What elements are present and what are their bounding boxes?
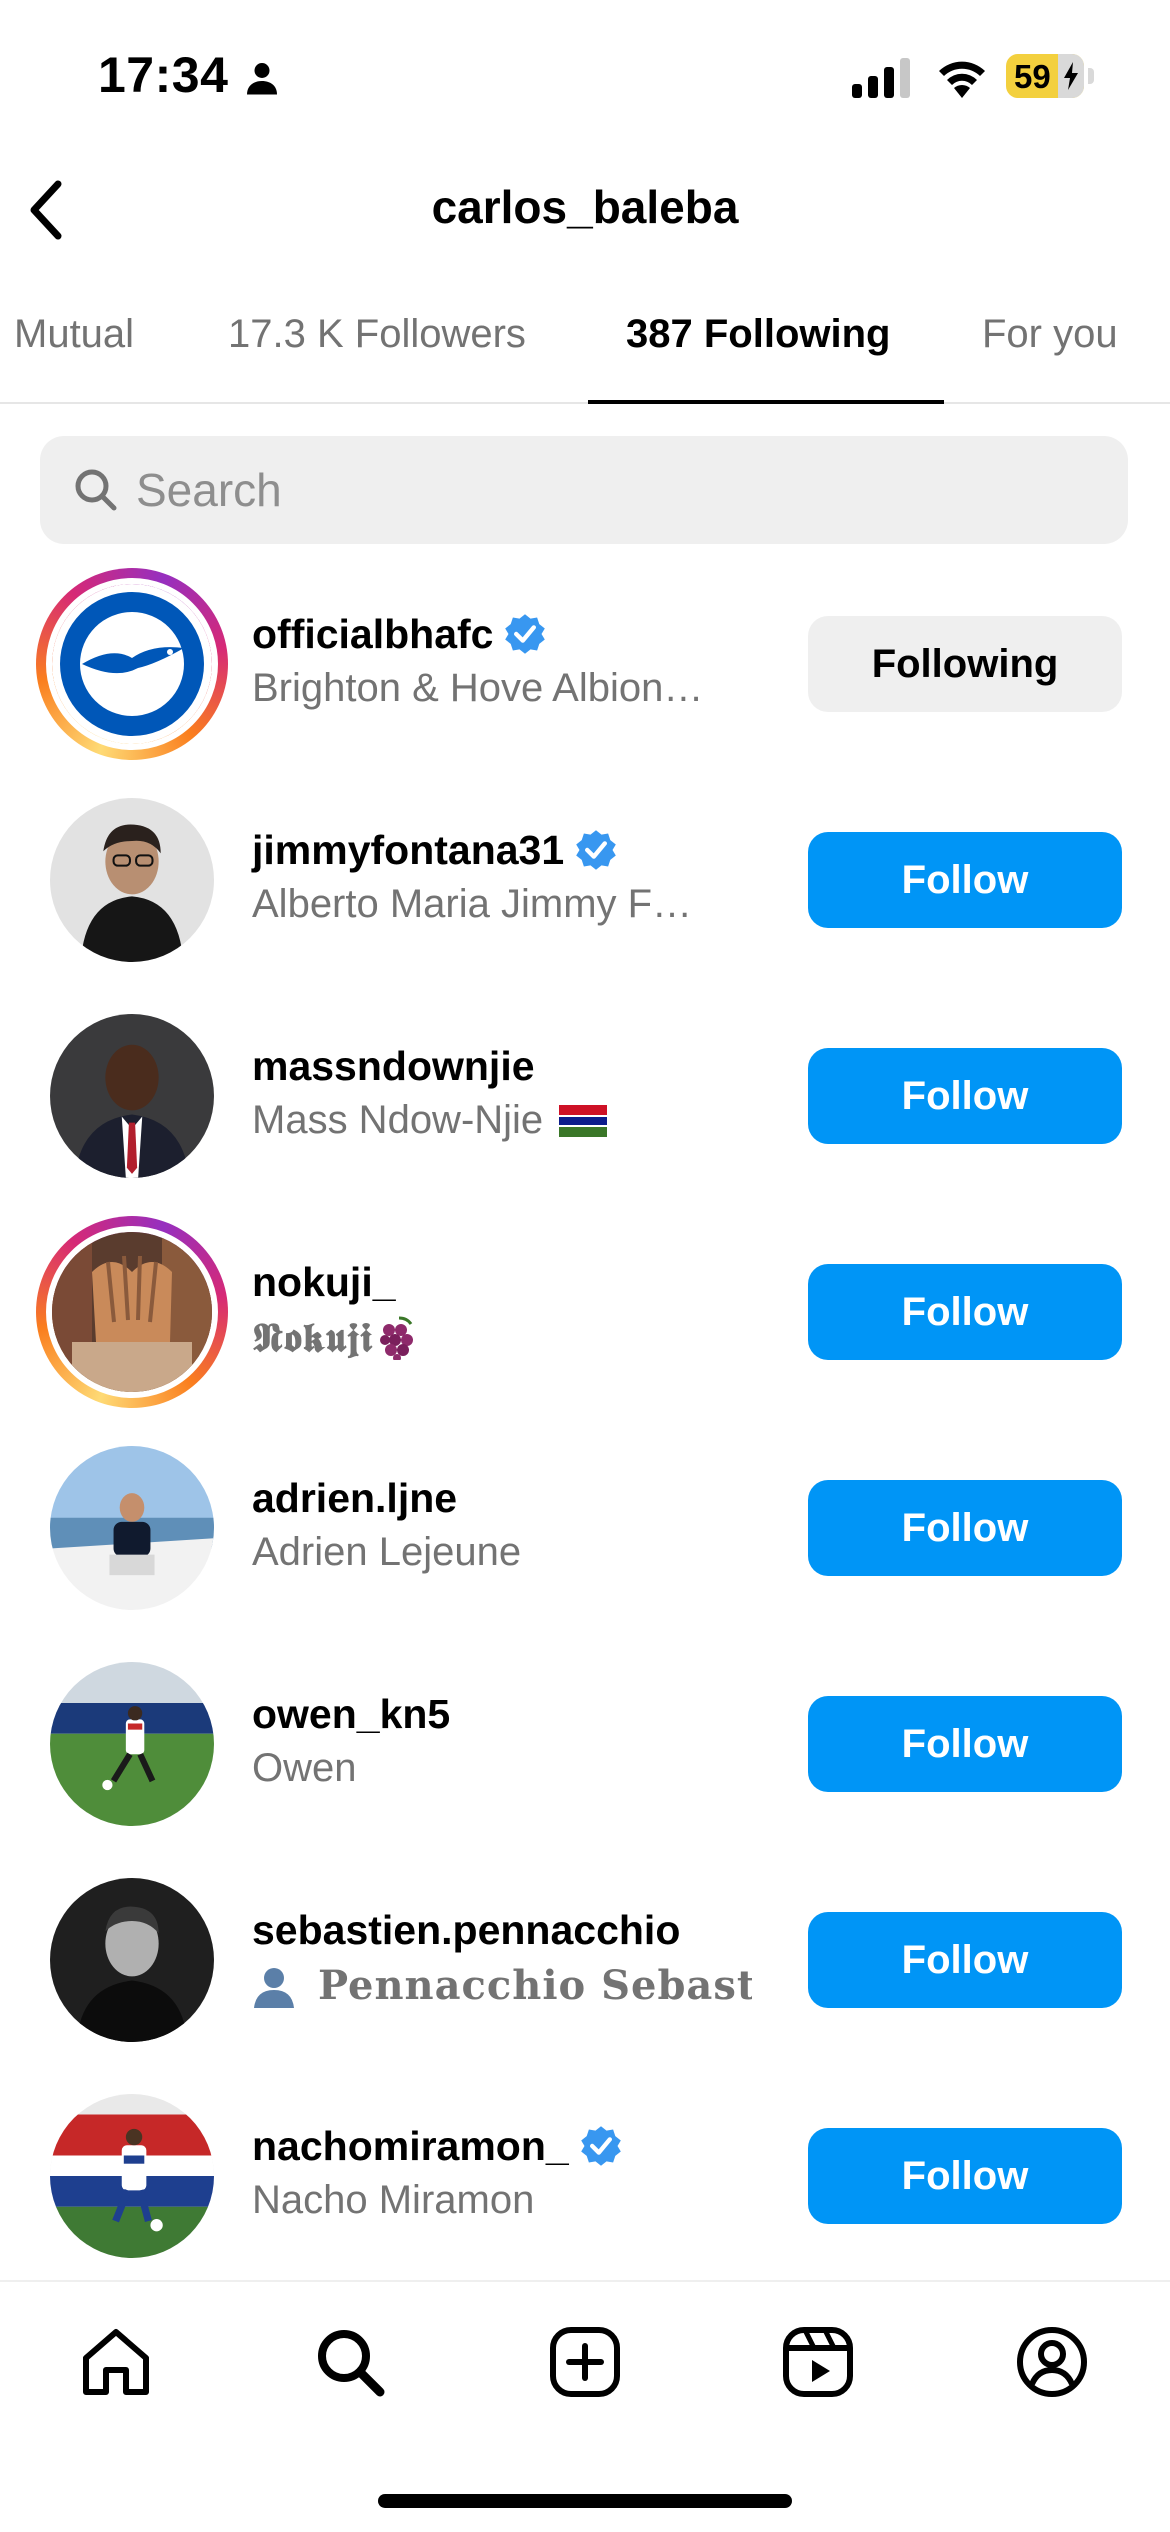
story-ring[interactable] bbox=[36, 568, 228, 760]
avatar bbox=[46, 578, 218, 750]
header: carlos_baleba bbox=[0, 150, 1170, 270]
verified-badge-icon bbox=[576, 830, 616, 870]
list-item[interactable]: jimmyfontana31 Alberto Maria Jimmy F… Fo… bbox=[0, 770, 1170, 986]
bottom-nav bbox=[0, 2280, 1170, 2532]
list-item[interactable]: owen_kn5 Owen Follow bbox=[0, 1634, 1170, 1850]
list-item[interactable]: sebastien.pennacchio Pennacchio Sebasti…… bbox=[0, 1850, 1170, 2066]
username[interactable]: nachomiramon_ bbox=[252, 2123, 569, 2170]
list-item[interactable]: nokuji_ 𝕹𝖔𝖐𝖚𝖏𝖎 Follow bbox=[0, 1202, 1170, 1418]
tab-following[interactable]: 387 Following bbox=[626, 312, 890, 357]
wifi-icon bbox=[939, 61, 985, 98]
verified-badge-icon bbox=[580, 2126, 621, 2166]
username[interactable]: massndownjie bbox=[252, 1043, 535, 1090]
battery-icon: 59 bbox=[1006, 54, 1084, 98]
follow-button[interactable]: Follow bbox=[808, 1048, 1122, 1144]
battery-cap bbox=[1088, 68, 1094, 84]
following-button[interactable]: Following bbox=[808, 616, 1122, 712]
bust-silhouette-icon bbox=[254, 1967, 294, 2008]
cellular-signal-icon bbox=[852, 58, 910, 98]
status-time: 17:34 bbox=[98, 47, 229, 103]
list-item[interactable]: adrien.ljne Adrien Lejeune Follow bbox=[0, 1418, 1170, 1634]
avatar bbox=[46, 1226, 218, 1398]
avatar[interactable] bbox=[50, 1446, 214, 1610]
full-name: Brighton & Hove Albion… bbox=[252, 666, 704, 710]
username[interactable]: owen_kn5 bbox=[252, 1691, 450, 1738]
tab-mutual[interactable]: Mutual bbox=[14, 312, 134, 357]
follow-button[interactable]: Follow bbox=[808, 1912, 1122, 2008]
full-name: Owen bbox=[252, 1746, 357, 1790]
person-icon bbox=[247, 63, 277, 95]
grapes-emoji-icon bbox=[380, 1316, 414, 1360]
avatar[interactable] bbox=[50, 2094, 214, 2258]
username[interactable]: nokuji_ bbox=[252, 1259, 396, 1306]
gambia-flag-icon bbox=[559, 1104, 608, 1137]
full-name: Adrien Lejeune bbox=[252, 1530, 522, 1574]
search-bar[interactable] bbox=[40, 436, 1128, 544]
list-item[interactable]: massndownjie Mass Ndow-Njie Follow bbox=[0, 986, 1170, 1202]
search-icon[interactable] bbox=[310, 2322, 390, 2402]
follow-button[interactable]: Follow bbox=[808, 1480, 1122, 1576]
tab-bar: Mutual 17.3 K Followers 387 Following Fo… bbox=[0, 290, 1170, 404]
verified-badge-icon bbox=[505, 614, 546, 654]
home-icon[interactable] bbox=[76, 2322, 156, 2402]
avatar[interactable] bbox=[50, 1014, 214, 1178]
search-icon bbox=[75, 469, 117, 511]
follow-button[interactable]: Follow bbox=[808, 832, 1122, 928]
list-item[interactable]: officialbhafc Brighton & Hove Albion… Fo… bbox=[0, 554, 1170, 770]
follow-button[interactable]: Follow bbox=[808, 1696, 1122, 1792]
charging-bolt-icon bbox=[1064, 62, 1078, 90]
create-icon[interactable] bbox=[545, 2322, 625, 2402]
reels-icon[interactable] bbox=[778, 2322, 858, 2402]
home-indicator[interactable] bbox=[378, 2494, 792, 2508]
profile-icon[interactable] bbox=[1012, 2322, 1092, 2402]
follow-button[interactable]: Follow bbox=[808, 1264, 1122, 1360]
full-name: 𝕹𝖔𝖐𝖚𝖏𝖎 bbox=[252, 1314, 374, 1361]
search-input[interactable] bbox=[136, 454, 1096, 526]
tab-followers[interactable]: 17.3 K Followers bbox=[228, 312, 526, 357]
battery-level: 59 bbox=[1014, 58, 1051, 95]
avatar[interactable] bbox=[50, 1878, 214, 2042]
username[interactable]: jimmyfontana31 bbox=[252, 827, 564, 874]
story-ring[interactable] bbox=[36, 1216, 228, 1408]
list-item[interactable]: nachomiramon_ Nacho Miramon Follow bbox=[0, 2066, 1170, 2282]
follow-button[interactable]: Follow bbox=[808, 2128, 1122, 2224]
status-bar: 17:34 59 bbox=[0, 0, 1170, 150]
username[interactable]: adrien.ljne bbox=[252, 1475, 457, 1522]
full-name: Mass Ndow-Njie bbox=[252, 1098, 544, 1142]
username[interactable]: sebastien.pennacchio bbox=[252, 1907, 680, 1954]
username[interactable]: officialbhafc bbox=[252, 611, 493, 658]
full-name: Alberto Maria Jimmy F… bbox=[252, 882, 693, 926]
active-tab-indicator bbox=[588, 400, 944, 404]
avatar[interactable] bbox=[50, 1662, 214, 1826]
full-name: Nacho Miramon bbox=[252, 2178, 535, 2222]
tab-for-you[interactable]: For you bbox=[982, 312, 1118, 357]
avatar[interactable] bbox=[50, 798, 214, 962]
full-name: Pennacchio Sebasti… bbox=[318, 1962, 752, 2009]
page-title: carlos_baleba bbox=[431, 181, 739, 233]
